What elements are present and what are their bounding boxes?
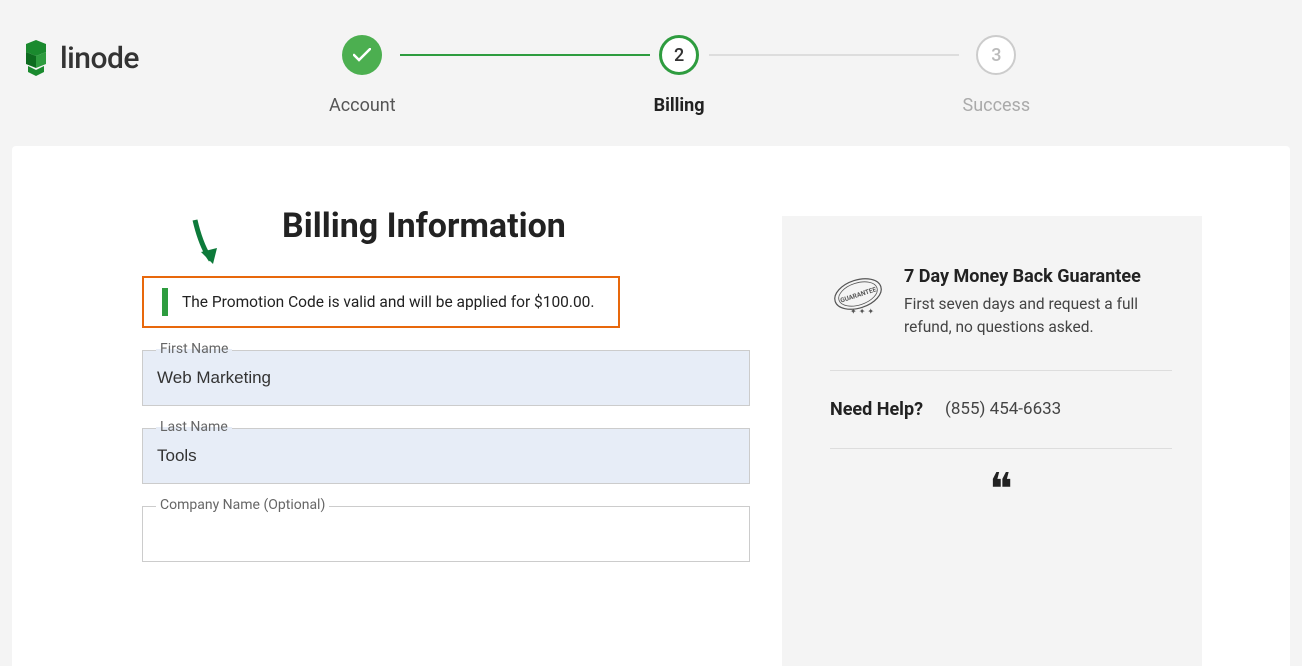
step-connector [709, 54, 959, 56]
last-name-label: Last Name [156, 419, 232, 435]
step-number: 3 [976, 35, 1016, 75]
guarantee-badge-icon: GUARANTEE ✦ ✦ ✦ [830, 266, 886, 322]
company-field[interactable] [142, 506, 750, 562]
help-phone[interactable]: (855) 454-6633 [945, 399, 1061, 419]
progress-stepper: Account 2 Billing 3 Success [329, 35, 1030, 116]
step-connector [400, 54, 650, 56]
promo-message: The Promotion Code is valid and will be … [182, 293, 594, 311]
last-name-field[interactable] [142, 428, 750, 484]
guarantee-title: 7 Day Money Back Guarantee [904, 266, 1172, 287]
page-title: Billing Information [282, 206, 782, 246]
step-account: Account [329, 35, 396, 116]
help-label: Need Help? [830, 399, 923, 420]
svg-text:✦ ✦ ✦: ✦ ✦ ✦ [850, 307, 874, 316]
step-label: Account [329, 95, 396, 116]
quote-icon: ❝ [989, 477, 1013, 503]
step-label: Success [963, 95, 1031, 116]
annotation-arrow-icon [187, 218, 225, 270]
company-label: Company Name (Optional) [156, 497, 329, 513]
info-sidebar: GUARANTEE ✦ ✦ ✦ 7 Day Money Back Guarant… [782, 216, 1202, 666]
first-name-field[interactable] [142, 350, 750, 406]
checkmark-icon [342, 35, 382, 75]
step-billing: 2 Billing [654, 35, 705, 116]
logo[interactable]: linode [20, 40, 139, 76]
promo-accent-bar [162, 288, 168, 316]
first-name-label: First Name [156, 341, 232, 357]
step-number: 2 [659, 35, 699, 75]
promo-notice: The Promotion Code is valid and will be … [142, 276, 620, 328]
linode-logo-icon [20, 40, 52, 76]
guarantee-desc: First seven days and request a full refu… [904, 293, 1172, 340]
step-label: Billing [654, 95, 705, 116]
logo-text: linode [60, 41, 139, 76]
step-success: 3 Success [963, 35, 1031, 116]
